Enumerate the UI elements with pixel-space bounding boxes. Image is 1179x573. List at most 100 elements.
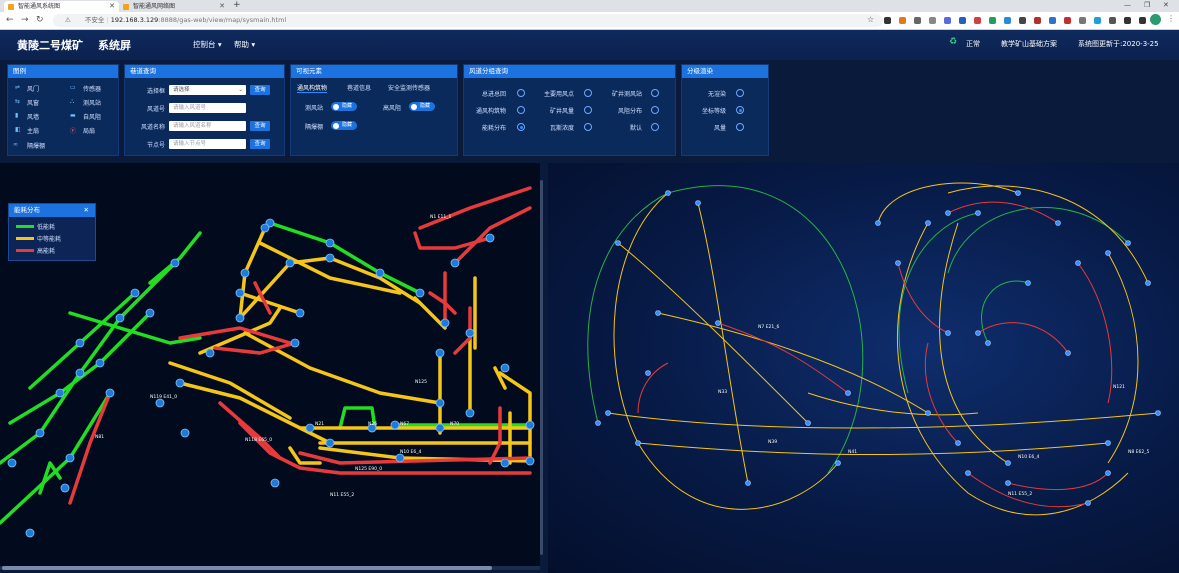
panel-title: 可视元素	[291, 65, 457, 78]
menu-console[interactable]: 控制台 ▾	[193, 39, 222, 50]
horizontal-scrollbar-thumb[interactable]	[2, 566, 492, 570]
favicon-icon	[8, 4, 14, 10]
extension-icon[interactable]	[899, 17, 906, 24]
low-energy-swatch	[16, 225, 34, 228]
extension-icon[interactable]	[1109, 17, 1116, 24]
close-icon[interactable]: ✕	[109, 1, 115, 12]
status-icon: ♻	[949, 37, 958, 47]
map-label: N26	[368, 421, 377, 427]
field-label: 风道名称	[140, 124, 165, 131]
legend-label: 自风阻	[83, 114, 102, 121]
render-panel: 分级渲染 无渲染 坐标等级 风量	[681, 64, 769, 156]
puzzle-icon[interactable]	[1139, 17, 1146, 24]
option-label: 能耗分布	[482, 125, 507, 132]
radio-air-volume[interactable]	[584, 106, 592, 114]
high-resistance-toggle[interactable]: 隐藏	[409, 102, 435, 111]
tab-title: 智能通风网络图	[133, 3, 176, 10]
extension-icon[interactable]	[1034, 17, 1041, 24]
radio-energy[interactable]	[517, 123, 525, 131]
menu-dots-icon[interactable]: ⋮	[1167, 14, 1175, 23]
extension-icon[interactable]	[1079, 17, 1086, 24]
air-door-icon: ⇌	[15, 84, 21, 91]
security-label: 不安全	[84, 16, 105, 24]
extension-icon[interactable]	[1094, 17, 1101, 24]
extension-icon[interactable]	[1064, 17, 1071, 24]
radio-coord-level[interactable]	[736, 106, 744, 114]
barrier-toggle[interactable]: 隐藏	[331, 121, 357, 130]
scheme-name: 教学矿山基础方案	[1001, 40, 1057, 48]
url-path: :8888/gas-web/view/map/sysmain.html	[158, 16, 287, 24]
radio-wind-station[interactable]	[651, 89, 659, 97]
panel-title: 图例	[8, 65, 118, 78]
query-button[interactable]: 查询	[250, 85, 270, 95]
extension-icon[interactable]	[959, 17, 966, 24]
tab-sensors[interactable]: 安全监测传感器	[388, 83, 430, 92]
extension-icon[interactable]	[974, 17, 981, 24]
extension-icon[interactable]	[989, 17, 996, 24]
legend-label: 风窗	[27, 100, 40, 107]
radio-structures[interactable]	[517, 106, 525, 114]
menu-help[interactable]: 帮助 ▾	[234, 39, 255, 50]
tab-airway-info[interactable]: 巷道信息	[347, 83, 371, 92]
network-label: N33	[718, 389, 727, 395]
extension-icon[interactable]	[929, 17, 936, 24]
mine-name: 黄陵二号煤矿	[17, 39, 83, 52]
airway-number-input[interactable]: 请输入风道号	[169, 103, 246, 113]
extension-icon[interactable]	[914, 17, 921, 24]
close-icon[interactable]: ✕	[84, 204, 89, 217]
extension-icon[interactable]	[884, 17, 891, 24]
field-label: 选择框	[146, 88, 165, 95]
wind-station-toggle[interactable]: 隐藏	[331, 102, 357, 111]
zone-query-panel: 风道分组查询 总进总回 主要用风点 矿井测风站 通风构筑物 矿井风量 风阻分布 …	[463, 64, 676, 156]
avatar[interactable]	[1150, 14, 1161, 25]
query-button[interactable]: 查询	[250, 139, 270, 149]
airway-name-input[interactable]: 请输入风道名称	[169, 121, 246, 131]
radio-default[interactable]	[651, 123, 659, 131]
radio-main-inout[interactable]	[517, 89, 525, 97]
extension-icon[interactable]	[1004, 17, 1011, 24]
legend-label: 中等能耗	[37, 236, 62, 243]
tab-structures[interactable]: 通风构筑物	[297, 83, 328, 93]
radio-resistance[interactable]	[651, 106, 659, 114]
option-label: 默认	[630, 125, 643, 132]
new-tab-button[interactable]: +	[233, 0, 241, 10]
app-header: 黄陵二号煤矿 系统屏 控制台 ▾ 帮助 ▾ ♻ 正常 教学矿山基础方案 系统图更…	[0, 30, 1179, 60]
energy-legend: 能耗分布 ✕ 低能耗 中等能耗 高能耗	[8, 203, 96, 261]
url-host: 192.168.3.129	[110, 16, 159, 24]
node-number-input[interactable]: 请输入节点号	[169, 139, 246, 149]
reload-icon[interactable]: ↻	[36, 15, 44, 26]
back-icon[interactable]: ←	[6, 15, 14, 26]
url-input[interactable]: ⚠ 不安全 | 192.168.3.129:8888/gas-web/view/…	[53, 14, 883, 27]
browser-tab[interactable]: 智能通风网络图 ✕	[119, 1, 229, 12]
vertical-scrollbar[interactable]	[540, 180, 543, 555]
radio-no-render[interactable]	[736, 89, 744, 97]
network-graph-svg[interactable]: N7 E21_6 N41 N10 E6_4 N11 E55_2 N121 N8 …	[548, 163, 1179, 573]
legend-label: 高能耗	[37, 248, 56, 255]
browser-tab-bar: 智能通风系统图 ✕ 智能通风网络图 ✕ + — ❐ ✕	[0, 0, 1179, 12]
radio-gas[interactable]	[584, 123, 592, 131]
extension-icon[interactable]	[1019, 17, 1026, 24]
query-button[interactable]: 查询	[250, 121, 270, 131]
star-icon[interactable]: ☆	[867, 15, 874, 24]
extension-icon[interactable]	[944, 17, 951, 24]
radio-main-use[interactable]	[584, 89, 592, 97]
option-label: 主要用风点	[544, 91, 575, 98]
ventilation-network-graph[interactable]: N7 E21_6 N41 N10 E6_4 N11 E55_2 N121 N8 …	[548, 163, 1179, 573]
option-label: 无渲染	[708, 91, 727, 98]
panel-title: 分级渲染	[682, 65, 768, 78]
extension-icon[interactable]	[1049, 17, 1056, 24]
extension-icon[interactable]	[1124, 17, 1131, 24]
minimize-icon[interactable]: —	[1124, 1, 1131, 9]
toggle-label: 隔爆棚	[305, 124, 324, 131]
legend-label: 局扇	[83, 128, 96, 135]
forward-icon[interactable]: →	[21, 15, 29, 26]
network-label: N121	[1113, 384, 1125, 390]
select-box[interactable]: 请选择 ⌄	[169, 85, 246, 95]
network-label: N8 E62_5	[1128, 449, 1149, 455]
map-label: N1 E11_1	[430, 214, 451, 220]
radio-flow[interactable]	[736, 123, 744, 131]
close-icon[interactable]: ✕	[219, 1, 225, 12]
window-close-icon[interactable]: ✕	[1163, 1, 1169, 9]
maximize-icon[interactable]: ❐	[1144, 1, 1150, 9]
browser-tab-active[interactable]: 智能通风系统图 ✕	[4, 1, 119, 12]
